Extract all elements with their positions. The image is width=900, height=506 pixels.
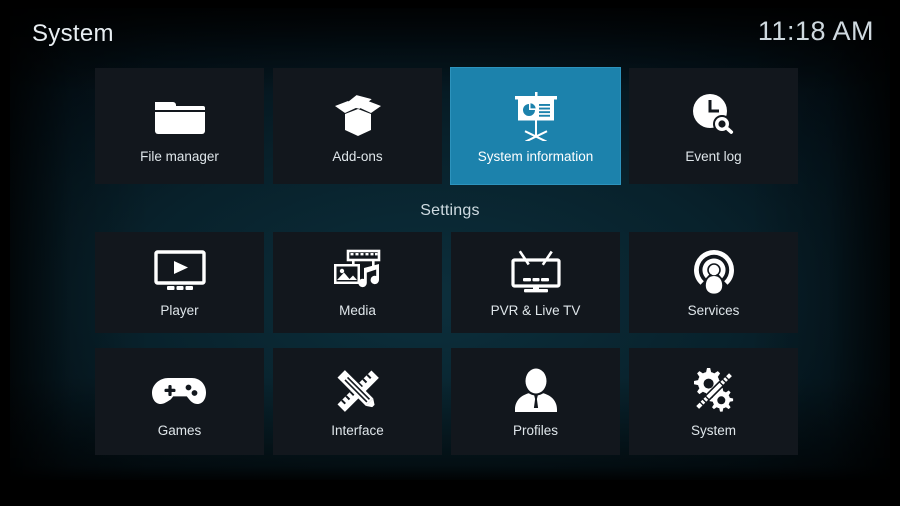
broadcast-user-icon bbox=[690, 246, 738, 298]
settings-section-label: Settings bbox=[420, 202, 480, 219]
pencil-ruler-icon bbox=[333, 364, 383, 418]
tile-label: Services bbox=[687, 303, 740, 318]
tile-label: Games bbox=[157, 423, 202, 438]
presentation-board-icon bbox=[511, 88, 561, 144]
open-box-icon bbox=[332, 88, 384, 144]
page-title: System bbox=[32, 20, 114, 47]
tile-system[interactable]: System bbox=[629, 348, 798, 455]
tile-label: System bbox=[690, 423, 736, 438]
clock: 11:18 AM bbox=[757, 16, 874, 46]
tile-file-manager[interactable]: File manager bbox=[95, 68, 264, 184]
tile-label: Profiles bbox=[512, 423, 558, 438]
header-bar: System 11:18 AM bbox=[10, 8, 890, 66]
tile-label: Player bbox=[160, 303, 199, 318]
folder-icon bbox=[153, 88, 207, 144]
gamepad-icon bbox=[151, 364, 208, 418]
tile-pvr-live-tv[interactable]: PVR & Live TV bbox=[451, 232, 620, 333]
settings-tile-row-1: Player Media PVR & Live TV Services bbox=[95, 232, 798, 333]
tile-label: File manager bbox=[140, 149, 219, 164]
tile-event-log[interactable]: Event log bbox=[629, 68, 798, 184]
tile-player[interactable]: Player bbox=[95, 232, 264, 333]
tile-label: System information bbox=[477, 149, 594, 164]
kodi-system-screen: System 11:18 AM File manager Add-ons Sys… bbox=[0, 0, 900, 506]
tile-services[interactable]: Services bbox=[629, 232, 798, 333]
settings-tile-row-2: Games Interface Profiles System bbox=[95, 348, 798, 455]
tile-label: Add-ons bbox=[332, 149, 383, 164]
tile-label: PVR & Live TV bbox=[490, 303, 581, 318]
tile-system-information[interactable]: System information bbox=[450, 67, 621, 185]
tile-label: Event log bbox=[685, 149, 742, 164]
user-bust-icon bbox=[512, 364, 560, 418]
top-tile-row: File manager Add-ons System information … bbox=[95, 67, 798, 185]
tile-media[interactable]: Media bbox=[273, 232, 442, 333]
tile-profiles[interactable]: Profiles bbox=[451, 348, 620, 455]
media-library-icon bbox=[331, 246, 385, 298]
gear-wrench-icon bbox=[689, 364, 739, 418]
monitor-play-icon bbox=[153, 246, 207, 298]
tile-add-ons[interactable]: Add-ons bbox=[273, 68, 442, 184]
tile-label: Media bbox=[339, 303, 376, 318]
tv-antenna-icon bbox=[509, 246, 563, 298]
tile-label: Interface bbox=[331, 423, 384, 438]
kodi-canvas: System 11:18 AM File manager Add-ons Sys… bbox=[10, 8, 890, 480]
tile-games[interactable]: Games bbox=[95, 348, 264, 455]
clock-search-icon bbox=[689, 88, 739, 144]
tile-interface[interactable]: Interface bbox=[273, 348, 442, 455]
